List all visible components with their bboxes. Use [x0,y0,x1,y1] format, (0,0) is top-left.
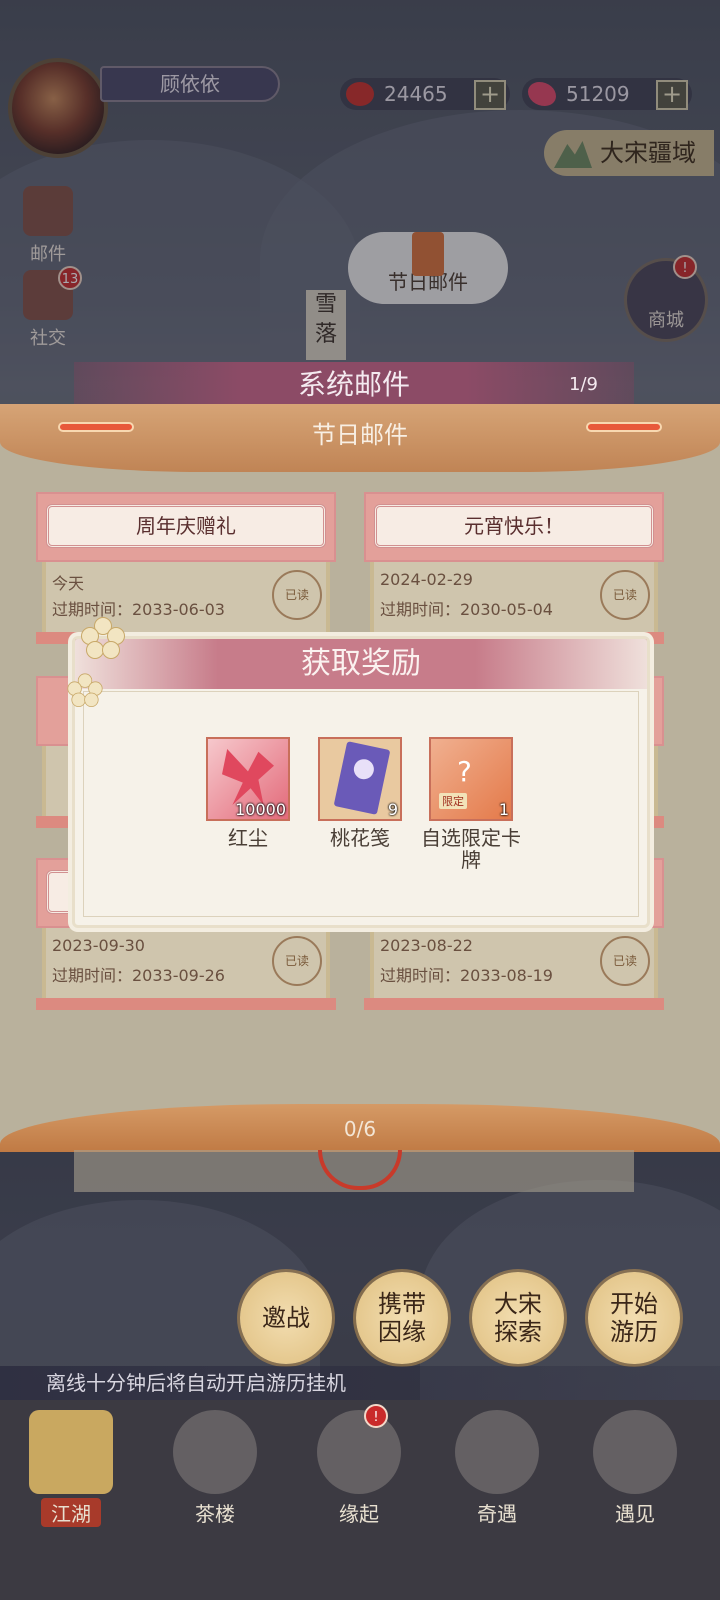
start-travel-button[interactable]: 开始游历 [588,1272,680,1364]
explore-button[interactable]: 大宋探索 [472,1272,564,1364]
nav-item-encounter[interactable]: 遇见 [570,1404,700,1540]
mail-card-expiry: 过期时间：2033-09-26 [52,966,225,985]
banner-right-ornament [586,422,662,432]
mystery-card-icon: ? [457,755,472,788]
banner-left-ornament [58,422,134,432]
read-seal-icon: 已读 [600,936,650,986]
reward-item-name: 自选限定卡牌 [421,826,521,872]
nav-item-teahouse[interactable]: 茶楼 [150,1404,280,1540]
maple-leaf-icon [455,1410,539,1494]
nav-item-origin[interactable]: 缘起 ! [294,1404,424,1540]
festival-mail-tab-title: 节日邮件 [312,421,408,449]
carry-fate-label: 携带因缘 [378,1290,426,1346]
reward-item-name: 红尘 [228,826,268,850]
reward-item-qty: 10000 [235,800,286,819]
reward-item[interactable]: ? 限定 1 自选限定卡牌 [421,737,521,871]
nav-item-adventure[interactable]: 奇遇 [432,1404,562,1540]
start-travel-label: 开始游历 [610,1290,658,1346]
system-mail-title: 系统邮件 [297,368,410,401]
mail-card[interactable]: 元宵快乐！ 2024-02-29 过期时间：2030-05-04 已读 [364,492,664,644]
reward-dialog[interactable]: 获取奖励 10000 红尘 9 桃花笺 ? 限定 1 自选限定卡牌 [67,617,650,928]
festival-mail-banner: 节日邮件 [0,404,720,472]
challenge-button[interactable]: 邀战 [240,1272,332,1364]
reward-item-name: 桃花笺 [330,826,390,850]
challenge-label: 邀战 [262,1304,310,1332]
mail-page-indicator: 1/9 [569,374,598,395]
read-seal-icon: 已读 [272,936,322,986]
teapot-icon [173,1410,257,1494]
reward-dialog-title: 获取奖励 [75,639,647,689]
mail-card-title: 元宵快乐！ [374,504,654,548]
card-footer [36,998,336,1010]
nav-label: 遇见 [615,1502,655,1526]
card-footer [364,998,664,1010]
nav-label: 缘起 [339,1502,379,1526]
nav-item-jianghu[interactable]: 江湖 [6,1404,136,1540]
cherry-blossom-icon [67,673,103,708]
peach-letter-icon [333,741,391,815]
limited-tag: 限定 [439,793,467,809]
mail-card-date: 2024-02-29 [380,570,473,589]
reward-item[interactable]: 9 桃花笺 [315,737,405,849]
mail-card-expiry: 过期时间：2030-05-04 [380,600,553,619]
read-seal-icon: 已读 [272,570,322,620]
reward-item-box: 10000 [206,737,290,821]
reward-item[interactable]: 10000 红尘 [203,737,293,849]
nav-label: 茶楼 [195,1502,235,1526]
mail-card-expiry: 过期时间：2033-08-19 [380,966,553,985]
reward-item-qty: 1 [498,800,509,819]
red-butterfly-icon [222,749,274,805]
mail-card-date: 今天 [52,574,85,593]
carry-fate-button[interactable]: 携带因缘 [356,1272,448,1364]
system-mail-header: 系统邮件 1/9 [74,362,634,408]
origin-alert-badge: ! [364,1404,388,1428]
book-icon [317,1410,401,1494]
mail-card-expiry: 过期时间：2033-06-03 [52,600,225,619]
map-icon [29,1410,113,1494]
explore-label: 大宋探索 [494,1290,542,1346]
reward-item-qty: 9 [387,800,398,819]
nav-label: 奇遇 [477,1502,517,1526]
mail-card-date: 2023-08-22 [380,936,473,955]
claim-progress-text: 0/6 [343,1117,377,1141]
mail-card-date: 2023-09-30 [52,936,145,955]
offline-notice: 离线十分钟后将自动开启游历挂机 [0,1366,720,1400]
nav-label: 江湖 [41,1498,101,1527]
read-seal-icon: 已读 [600,570,650,620]
cherry-blossom-icon [81,617,125,661]
crystal-icon [593,1410,677,1494]
reward-item-box: ? 限定 1 [429,737,513,821]
reward-item-box: 9 [318,737,402,821]
mail-card-title: 周年庆赠礼 [46,504,326,548]
